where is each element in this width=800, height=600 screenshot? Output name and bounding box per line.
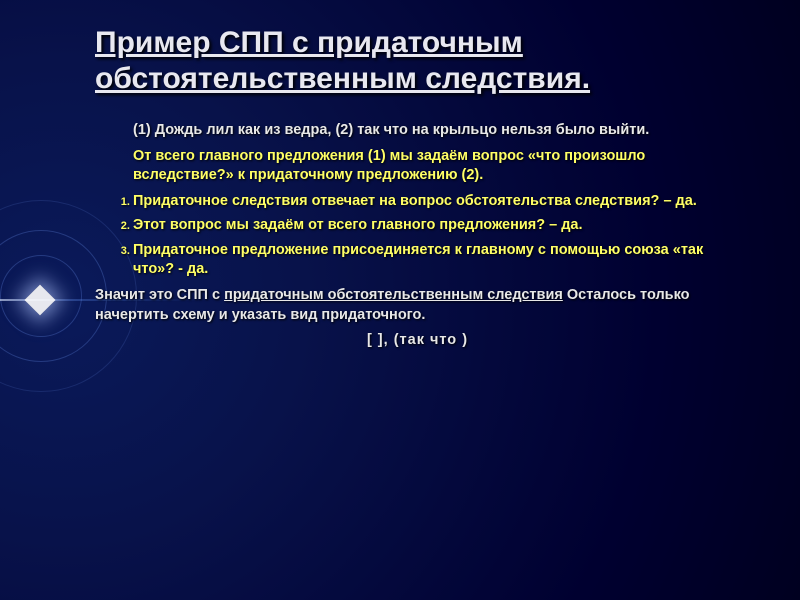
numbered-list: Придаточное следствия отвечает на вопрос… — [95, 192, 740, 280]
slide-content: Пример СПП с придаточным обстоятельствен… — [0, 0, 800, 387]
closing-text-underlined: придаточным обстоятельственным следствия — [224, 287, 563, 303]
slide-body: (1) Дождь лил как из ведра, (2) так что … — [95, 121, 740, 351]
list-item: Этот вопрос мы задаём от всего главного … — [133, 216, 740, 236]
closing-text-pre: Значит это СПП с — [95, 287, 224, 303]
closing-paragraph: Значит это СПП с придаточным обстоятельс… — [95, 286, 740, 325]
example-sentence: (1) Дождь лил как из ведра, (2) так что … — [133, 121, 740, 141]
list-item: Придаточное предложение присоединяется к… — [133, 241, 740, 280]
slide: Пример СПП с придаточным обстоятельствен… — [0, 0, 800, 600]
list-item: Придаточное следствия отвечает на вопрос… — [133, 192, 740, 212]
schema-line: [ ], (так что ) — [95, 331, 740, 351]
slide-title: Пример СПП с придаточным обстоятельствен… — [95, 25, 740, 97]
paragraph-question: От всего главного предложения (1) мы зад… — [133, 147, 740, 186]
